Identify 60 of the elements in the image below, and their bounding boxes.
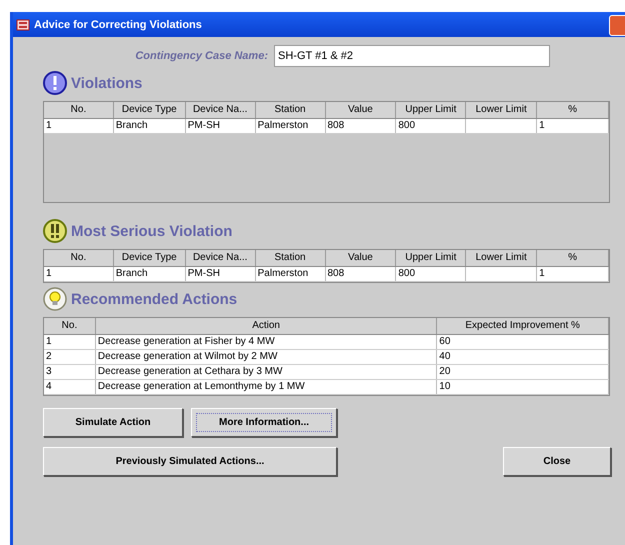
column-header[interactable]: Station (256, 250, 326, 266)
double-exclamation-icon (43, 219, 67, 243)
column-header[interactable]: Lower Limit (466, 102, 538, 118)
table-cell: Decrease generation at Fisher by 4 MW (98, 336, 275, 347)
column-header[interactable]: Station (256, 102, 326, 118)
table-cell: 10 (439, 381, 450, 392)
table-cell: 800 (398, 120, 416, 131)
table-cell: Decrease generation at Cethara by 3 MW (98, 366, 282, 377)
section-heading: Violations (71, 74, 142, 92)
column-header[interactable]: Lower Limit (466, 250, 538, 266)
column-header[interactable]: % (537, 102, 609, 118)
table-cell: 40 (439, 351, 450, 362)
table-cell: 1 (46, 120, 52, 131)
case-name-field[interactable]: SH-GT #1 & #2 (274, 45, 550, 67)
column-header[interactable]: Device Type (114, 250, 186, 266)
column-header[interactable]: Expected Improvement % (437, 318, 609, 334)
table-cell: 808 (328, 268, 344, 279)
column-header[interactable]: Upper Limit (396, 102, 466, 118)
column-header[interactable]: No. (44, 250, 114, 266)
column-header[interactable]: % (537, 250, 609, 266)
table-cell: Decrease generation at Lemonthyme by 1 MW (98, 381, 305, 392)
table-cell: Decrease generation at Wilmot by 2 MW (98, 351, 278, 362)
window-title: Advice for Correcting Violations (34, 18, 202, 30)
column-header[interactable]: Device Type (114, 102, 186, 118)
table-cell: 1 (46, 268, 52, 279)
table-cell: 808 (328, 120, 344, 131)
table-cell: PM-SH (188, 120, 220, 131)
table-cell: 2 (46, 351, 52, 362)
table-cell: 20 (439, 366, 450, 377)
column-header[interactable]: No. (44, 318, 96, 334)
simulate-action-button[interactable]: Simulate Action (43, 408, 183, 437)
table-cell: Palmerston (258, 120, 308, 131)
section-heading: Recommended Actions (71, 290, 238, 308)
close-button[interactable]: Close (503, 447, 611, 476)
table-cell: 1 (539, 268, 545, 279)
table-cell: Branch (116, 268, 148, 279)
column-header[interactable]: Value (326, 102, 396, 118)
table-cell: 1 (46, 336, 52, 347)
column-header[interactable]: Device Na... (186, 250, 256, 266)
table-cell: Palmerston (258, 268, 308, 279)
column-header[interactable]: Device Na... (186, 102, 256, 118)
table-cell: 60 (439, 336, 450, 347)
column-header[interactable]: Upper Limit (396, 250, 466, 266)
table-cell: 1 (539, 120, 545, 131)
more-information-button[interactable]: More Information... (191, 408, 337, 437)
column-header[interactable]: Action (96, 318, 438, 334)
table-cell: 4 (46, 381, 52, 392)
previously-simulated-button[interactable]: Previously Simulated Actions... (43, 447, 337, 476)
lightbulb-icon (43, 287, 67, 311)
table-cell: PM-SH (188, 268, 220, 279)
exclamation-icon (43, 71, 67, 95)
app-icon (16, 18, 30, 32)
table-cell: 800 (398, 268, 416, 279)
close-window-button[interactable] (609, 15, 625, 36)
table-cell: Branch (116, 120, 148, 131)
table-cell: 3 (46, 366, 52, 377)
column-header[interactable]: No. (44, 102, 114, 118)
case-name-label: Contingency Case Name: (134, 50, 268, 62)
column-header[interactable]: Value (326, 250, 396, 266)
section-heading: Most Serious Violation (71, 222, 232, 240)
